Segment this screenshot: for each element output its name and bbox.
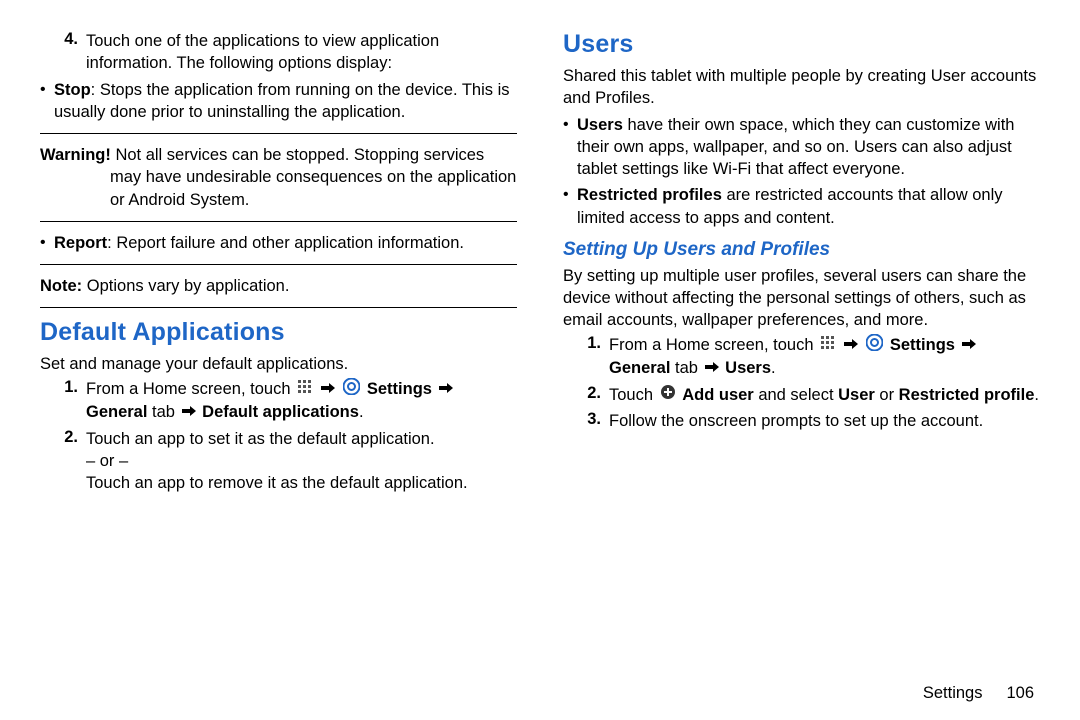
bullet-text: Users have their own space, which they c… <box>577 114 1040 181</box>
apps-grid-icon <box>297 378 312 400</box>
add-user-label: Add user <box>682 386 754 404</box>
users-label: Users <box>577 116 623 134</box>
setup-intro: By setting up multiple user profiles, se… <box>563 265 1040 332</box>
period: . <box>1034 386 1039 404</box>
divider <box>40 133 517 134</box>
step-2-line-1: Touch an app to set it as the default ap… <box>86 428 517 450</box>
users-bullet-2: • Restricted profiles are restricted acc… <box>563 184 1040 229</box>
step-text: Touch Add user and select User or Restri… <box>609 384 1040 407</box>
left-column: 4. Touch one of the applications to view… <box>40 30 517 680</box>
note-line: Note: Options vary by application. <box>40 275 517 297</box>
default-intro: Set and manage your default applications… <box>40 353 517 375</box>
restricted-option: Restricted profile <box>899 386 1035 404</box>
bullet-dot-icon: • <box>563 114 577 181</box>
bullet-dot-icon: • <box>563 184 577 229</box>
general-label: General <box>86 403 147 421</box>
setup-step-2: 2. Touch Add user and select User or Res… <box>563 384 1040 407</box>
stop-text: : Stops the application from running on … <box>54 81 510 121</box>
default-apps-label: Default applications <box>202 403 359 421</box>
footer-page-number: 106 <box>1006 684 1034 702</box>
report-bullet: • Report: Report failure and other appli… <box>40 232 517 254</box>
tab-text: tab <box>147 403 179 421</box>
step-2-or: – or – <box>86 450 517 472</box>
step-2-alt: Touch an app to remove it as the default… <box>86 472 517 494</box>
bullet-dot-icon: • <box>40 79 54 124</box>
heading-setting-up: Setting Up Users and Profiles <box>563 239 1040 261</box>
arrow-right-icon <box>844 334 858 356</box>
settings-gear-icon <box>866 334 883 357</box>
general-label: General <box>609 359 670 377</box>
step-text: Touch one of the applications to view ap… <box>86 30 517 75</box>
or-text: or <box>875 386 899 404</box>
warning-line: Warning! Not all services can be stopped… <box>40 144 517 166</box>
report-text: : Report failure and other application i… <box>107 234 464 252</box>
users-menu-label: Users <box>725 359 771 377</box>
step-number: 3. <box>563 410 609 432</box>
page-content: 4. Touch one of the applications to view… <box>0 0 1080 680</box>
step-text: Touch an app to set it as the default ap… <box>86 428 517 495</box>
setup-step-1: 1. From a Home screen, touch Settings Ge… <box>563 334 1040 380</box>
step-number: 2. <box>563 384 609 407</box>
apps-grid-icon <box>820 334 835 356</box>
bullet-dot-icon: • <box>40 232 54 254</box>
step-pre-text: From a Home screen, touch <box>609 336 818 354</box>
stop-label: Stop <box>54 81 91 99</box>
warning-block: Warning! Not all services can be stopped… <box>40 144 517 211</box>
users-intro: Shared this tablet with multiple people … <box>563 65 1040 110</box>
add-plus-icon <box>660 384 676 406</box>
bullet-text: Restricted profiles are restricted accou… <box>577 184 1040 229</box>
step-pre-text: From a Home screen, touch <box>86 380 295 398</box>
period: . <box>359 403 364 421</box>
arrow-right-icon <box>439 378 453 400</box>
note-label: Note: <box>40 277 82 295</box>
note-text: Options vary by application. <box>82 277 289 295</box>
divider <box>40 221 517 222</box>
footer-section: Settings <box>923 684 983 702</box>
step-number: 1. <box>40 378 86 424</box>
step-number: 2. <box>40 428 86 495</box>
divider <box>40 264 517 265</box>
arrow-right-icon <box>962 334 976 356</box>
arrow-right-icon <box>705 357 719 379</box>
stop-bullet: • Stop: Stops the application from runni… <box>40 79 517 124</box>
right-column: Users Shared this tablet with multiple p… <box>563 30 1040 680</box>
note-block: Note: Options vary by application. <box>40 275 517 297</box>
warning-text-2: may have undesirable consequences on the… <box>110 166 517 211</box>
user-option: User <box>838 386 875 404</box>
settings-label: Settings <box>890 336 960 354</box>
users-text: have their own space, which they can cus… <box>577 116 1014 179</box>
step-number: 1. <box>563 334 609 380</box>
step-number: 4. <box>40 30 86 75</box>
arrow-right-icon <box>321 378 335 400</box>
divider <box>40 307 517 308</box>
step-4: 4. Touch one of the applications to view… <box>40 30 517 75</box>
default-step-2: 2. Touch an app to set it as the default… <box>40 428 517 495</box>
and-select: and select <box>754 386 838 404</box>
period: . <box>771 359 776 377</box>
setup-step-3: 3. Follow the onscreen prompts to set up… <box>563 410 1040 432</box>
settings-gear-icon <box>343 378 360 401</box>
default-step-1: 1. From a Home screen, touch Settings Ge… <box>40 378 517 424</box>
bullet-text: Report: Report failure and other applica… <box>54 232 517 254</box>
step-text: Follow the onscreen prompts to set up th… <box>609 410 1040 432</box>
warning-label: Warning! <box>40 146 111 164</box>
arrow-right-icon <box>182 401 196 423</box>
restricted-label: Restricted profiles <box>577 186 722 204</box>
heading-default-applications: Default Applications <box>40 318 517 347</box>
bullet-text: Stop: Stops the application from running… <box>54 79 517 124</box>
warning-text-1: Not all services can be stopped. Stoppin… <box>111 146 484 164</box>
users-bullet-1: • Users have their own space, which they… <box>563 114 1040 181</box>
tab-text: tab <box>670 359 702 377</box>
heading-users: Users <box>563 30 1040 59</box>
step-text: From a Home screen, touch Settings Gener… <box>609 334 1040 380</box>
page-footer: Settings 106 <box>0 684 1080 703</box>
touch-text: Touch <box>609 386 658 404</box>
settings-label: Settings <box>367 380 437 398</box>
report-label: Report <box>54 234 107 252</box>
step-text: From a Home screen, touch Settings Gener… <box>86 378 517 424</box>
